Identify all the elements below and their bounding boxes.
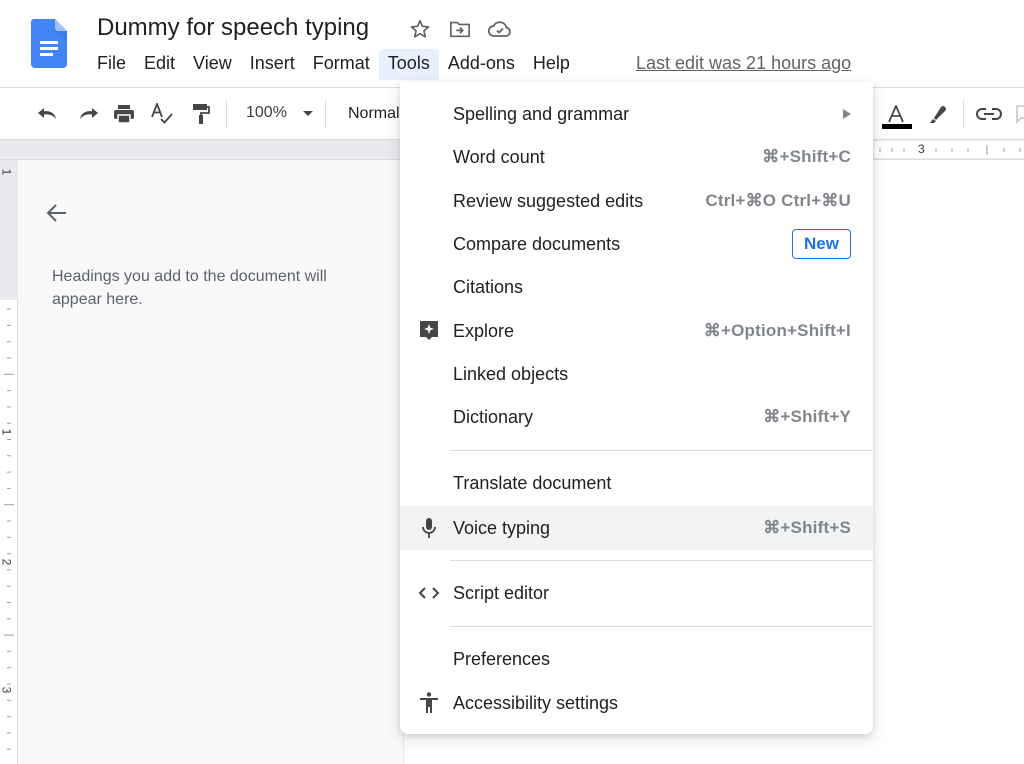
menu-item-shortcut: ⌘+Shift+C <box>762 147 851 166</box>
menu-item-label: Accessibility settings <box>453 692 619 713</box>
google-docs-window: Dummy for speech typing File Edit View I… <box>0 0 1024 764</box>
print-icon[interactable] <box>111 101 137 127</box>
new-badge: New <box>792 229 851 259</box>
menu-item-label: Translate document <box>453 472 612 493</box>
vertical-ruler-margin <box>0 160 18 300</box>
ruler-label: 2 <box>0 558 14 566</box>
submenu-arrow-icon <box>843 109 851 119</box>
menu-item-voice-typing[interactable]: Voice typing ⌘+Shift+S <box>400 506 873 550</box>
menu-item-label: Compare documents <box>453 233 621 254</box>
menu-item-shortcut: ⌘+Shift+S <box>763 518 851 537</box>
menu-help[interactable]: Help <box>524 49 579 80</box>
tools-menu: Spelling and grammar Word count ⌘+Shift+… <box>400 82 873 734</box>
explore-icon <box>418 320 440 342</box>
ruler-label: 3 <box>918 142 925 156</box>
menu-item-label: Linked objects <box>453 363 569 384</box>
menu-item-preferences[interactable]: Preferences <box>400 639 873 679</box>
menu-tools[interactable]: Tools <box>378 49 439 80</box>
menu-view[interactable]: View <box>184 49 241 80</box>
star-icon[interactable] <box>406 17 434 41</box>
header: Dummy for speech typing File Edit View I… <box>0 0 1024 88</box>
code-icon <box>418 582 440 604</box>
menu-divider <box>450 626 873 627</box>
menu-item-linked-objects[interactable]: Linked objects <box>400 354 873 394</box>
comment-icon[interactable] <box>1012 101 1024 127</box>
menu-divider <box>450 560 873 561</box>
menu-add-ons[interactable]: Add-ons <box>439 49 524 80</box>
menu-item-label: Dictionary <box>453 406 534 427</box>
document-title[interactable]: Dummy for speech typing <box>97 14 369 42</box>
menu-item-label: Voice typing <box>453 517 551 538</box>
ruler-label: 1 <box>0 428 14 436</box>
menu-item-label: Review suggested edits <box>453 190 644 211</box>
undo-icon[interactable] <box>35 101 61 127</box>
text-color-indicator <box>882 124 912 129</box>
docs-logo-icon[interactable] <box>31 19 67 68</box>
menu-item-accessibility-settings[interactable]: Accessibility settings <box>400 683 873 723</box>
paint-format-icon[interactable] <box>188 101 214 127</box>
menu-bar: File Edit View Insert Format Tools Add-o… <box>88 49 579 80</box>
menu-item-shortcut: ⌘+Option+Shift+I <box>703 321 851 340</box>
menu-item-compare-documents[interactable]: Compare documents New <box>400 224 873 264</box>
link-icon[interactable] <box>976 101 1002 127</box>
menu-edit[interactable]: Edit <box>135 49 184 80</box>
menu-item-label: Spelling and grammar <box>453 103 630 124</box>
toolbar-divider <box>963 100 964 128</box>
ruler-label: 1 <box>0 168 14 176</box>
toolbar-divider <box>325 100 326 128</box>
menu-item-script-editor[interactable]: Script editor <box>400 573 873 613</box>
menu-item-word-count[interactable]: Word count ⌘+Shift+C <box>400 137 873 177</box>
menu-divider <box>450 450 873 451</box>
zoom-select[interactable]: 100% <box>246 104 287 122</box>
menu-item-translate-document[interactable]: Translate document <box>400 463 873 503</box>
menu-item-label: Preferences <box>453 648 551 669</box>
menu-item-label: Word count <box>453 146 545 167</box>
menu-item-citations[interactable]: Citations <box>400 267 873 307</box>
microphone-icon <box>418 517 440 539</box>
cloud-saved-icon[interactable] <box>486 17 514 41</box>
menu-file[interactable]: File <box>88 49 135 80</box>
redo-icon[interactable] <box>75 101 101 127</box>
toolbar-divider <box>226 100 227 128</box>
menu-item-dictionary[interactable]: Dictionary ⌘+Shift+Y <box>400 397 873 437</box>
ruler-page-area: 3 <box>874 141 1024 158</box>
paragraph-style-select[interactable]: Normal <box>348 105 400 123</box>
zoom-dropdown-caret-icon[interactable] <box>303 111 313 116</box>
menu-item-label: Citations <box>453 276 524 297</box>
menu-item-review-suggested-edits[interactable]: Review suggested edits Ctrl+⌘O Ctrl+⌘U <box>400 181 873 221</box>
spellcheck-icon[interactable] <box>149 101 175 127</box>
document-outline-panel <box>19 160 404 764</box>
highlight-icon[interactable] <box>924 101 950 127</box>
move-to-folder-icon[interactable] <box>446 17 474 41</box>
menu-item-spelling-and-grammar[interactable]: Spelling and grammar <box>400 94 873 134</box>
outline-empty-hint: Headings you add to the document will ap… <box>52 268 327 308</box>
menu-item-label: Explore <box>453 320 515 341</box>
last-edit-link[interactable]: Last edit was 21 hours ago <box>636 53 851 74</box>
accessibility-icon <box>418 692 440 714</box>
menu-item-explore[interactable]: Explore ⌘+Option+Shift+I <box>400 311 873 351</box>
menu-item-label: Script editor <box>453 582 550 603</box>
menu-format[interactable]: Format <box>304 49 379 80</box>
ruler-label: 3 <box>0 686 14 694</box>
menu-insert[interactable]: Insert <box>241 49 304 80</box>
menu-item-shortcut: ⌘+Shift+Y <box>763 407 851 426</box>
menu-item-shortcut: Ctrl+⌘O Ctrl+⌘U <box>705 191 851 210</box>
back-arrow-icon[interactable] <box>44 200 70 226</box>
